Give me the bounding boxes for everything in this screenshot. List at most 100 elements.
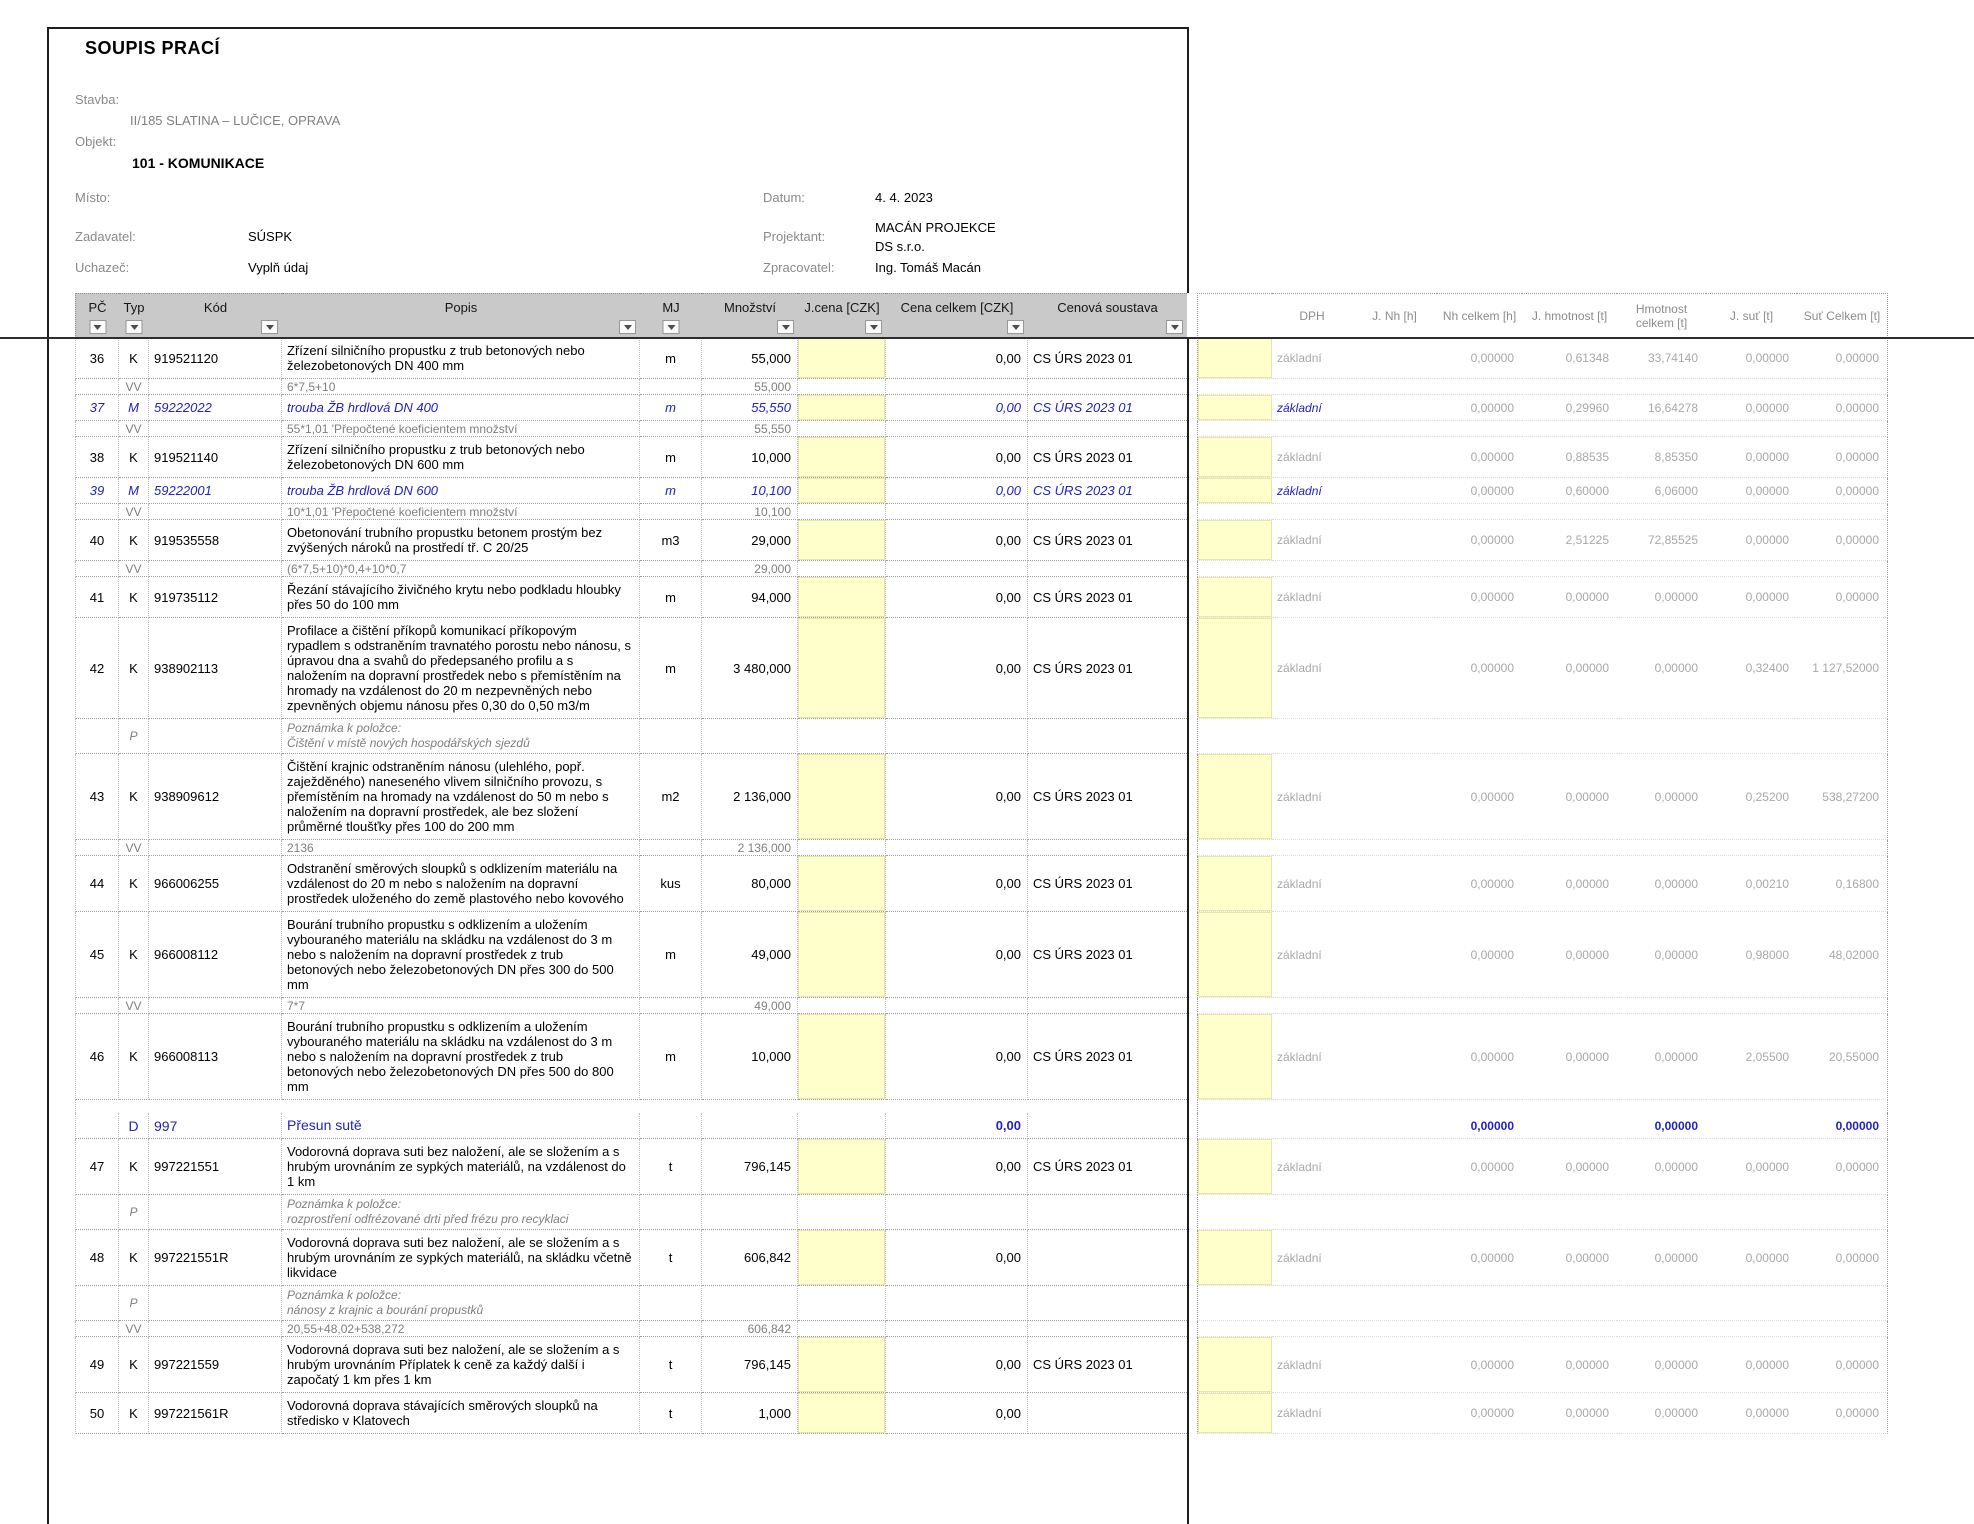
cell-nh-celkem xyxy=(1437,561,1522,577)
cell-cena-celkem xyxy=(886,379,1028,395)
cell-dph: základní xyxy=(1272,618,1352,719)
row-spacer xyxy=(1187,561,1197,577)
cell-j-sut: 0,00000 xyxy=(1706,1230,1797,1286)
cell-jcena-input[interactable] xyxy=(798,912,886,998)
cell-dph-input[interactable] xyxy=(1197,1337,1272,1393)
cell-jcena-input[interactable] xyxy=(798,520,886,561)
cell-kod: 919521120 xyxy=(149,338,282,379)
cell-jcena-input[interactable] xyxy=(798,1337,886,1393)
cell-dph: základní xyxy=(1272,1230,1352,1286)
cell-dph-input[interactable] xyxy=(1197,1393,1272,1434)
cell-nh-celkem: 0,00000 xyxy=(1437,437,1522,478)
cell-nh-celkem: 0,00000 xyxy=(1437,577,1522,618)
cell-dph-input[interactable] xyxy=(1197,754,1272,840)
cell-mnozstvi: 80,000 xyxy=(702,856,798,912)
cell-formula: 7*7 xyxy=(282,998,640,1014)
filter-button-kod[interactable] xyxy=(261,320,278,334)
cell-popis: Bourání trubního propustku s odklizením … xyxy=(282,912,640,998)
cell-typ: VV xyxy=(119,840,149,856)
row-spacer xyxy=(1187,1139,1197,1195)
cell-kod: 919521140 xyxy=(149,437,282,478)
cell-formula: 55*1,01 'Přepočtené koeficientem množstv… xyxy=(282,421,640,437)
cell-kod xyxy=(149,998,282,1014)
cell-mj xyxy=(640,719,702,754)
cell-dph xyxy=(1272,840,1352,856)
gap-cell xyxy=(1437,1100,1522,1113)
cell-jcena-input[interactable] xyxy=(798,395,886,421)
cell-jcena-input[interactable] xyxy=(798,1393,886,1434)
column-header-label: Množství xyxy=(724,300,776,315)
cell-dph-input[interactable] xyxy=(1197,1014,1272,1100)
cell-j-hmotnost: 0,29960 xyxy=(1522,395,1617,421)
row-spacer xyxy=(1187,1321,1197,1337)
cell-mj xyxy=(640,504,702,520)
cell-j-nh xyxy=(1352,754,1437,840)
cell-dph-input[interactable] xyxy=(1197,577,1272,618)
cell-dph: základní xyxy=(1272,912,1352,998)
cell-jcena-input[interactable] xyxy=(798,618,886,719)
filter-button-pc[interactable] xyxy=(89,320,106,334)
cell-j-hmotnost xyxy=(1522,379,1617,395)
cell-dph xyxy=(1272,719,1352,754)
cell-jcena xyxy=(798,1321,886,1337)
cell-sut-celkem: 0,00000 xyxy=(1797,1113,1888,1139)
cell-cena-celkem: 0,00 xyxy=(886,1393,1028,1434)
cell-dph-input[interactable] xyxy=(1197,912,1272,998)
cell-dph-input[interactable] xyxy=(1197,618,1272,719)
column-header-label: Typ xyxy=(124,300,145,315)
cell-formula: 6*7,5+10 xyxy=(282,379,640,395)
cell-pc xyxy=(75,561,119,577)
cell-mnozstvi: 10,000 xyxy=(702,437,798,478)
cell-note: Poznámka k položce:Čištění v místě novýc… xyxy=(282,719,640,754)
cell-cena-celkem: 0,00 xyxy=(886,856,1028,912)
cell-j-hmotnost xyxy=(1522,1113,1617,1139)
cell-dph-input[interactable] xyxy=(1197,520,1272,561)
cell-j-hmotnost: 0,60000 xyxy=(1522,478,1617,504)
row-spacer xyxy=(1187,1230,1197,1286)
cell-jcena-input[interactable] xyxy=(798,577,886,618)
filter-button-mnozstvi[interactable] xyxy=(777,320,794,334)
filter-button-typ[interactable] xyxy=(126,320,143,334)
cell-dph-input[interactable] xyxy=(1197,1230,1272,1286)
filter-button-jcena[interactable] xyxy=(865,320,882,334)
cell-pc: 48 xyxy=(75,1230,119,1286)
filter-button-cenova-soustava[interactable] xyxy=(1166,320,1183,334)
cell-jcena-input[interactable] xyxy=(798,856,886,912)
stavba-label: Stavba: xyxy=(75,92,119,107)
gap-cell xyxy=(1522,1100,1617,1113)
cell-pc: 50 xyxy=(75,1393,119,1434)
cell-cena-celkem: 0,00 xyxy=(886,338,1028,379)
row-spacer xyxy=(1187,998,1197,1014)
table-row-48: 48K997221551RVodorovná doprava suti bez … xyxy=(75,1230,1888,1286)
cell-jcena-input[interactable] xyxy=(798,437,886,478)
cell-dph xyxy=(1272,504,1352,520)
cell-kod: 997 xyxy=(149,1113,282,1139)
cell-j-nh xyxy=(1352,437,1437,478)
cell-dph-input[interactable] xyxy=(1197,338,1272,379)
cell-jcena-input[interactable] xyxy=(798,338,886,379)
cell-jcena-input[interactable] xyxy=(798,478,886,504)
cell-dph-input[interactable] xyxy=(1197,478,1272,504)
cell-dph-input[interactable] xyxy=(1197,1139,1272,1195)
cell-kod: 997221561R xyxy=(149,1393,282,1434)
cell-formula: 2136 xyxy=(282,840,640,856)
filter-button-popis[interactable] xyxy=(619,320,636,334)
cell-jcena-input[interactable] xyxy=(798,1014,886,1100)
filter-button-cena-celkem[interactable] xyxy=(1007,320,1024,334)
cell-formula: 20,55+48,02+538,272 xyxy=(282,1321,640,1337)
cell-dph-input[interactable] xyxy=(1197,395,1272,421)
cell-typ: K xyxy=(119,577,149,618)
cell-dph-input[interactable] xyxy=(1197,856,1272,912)
cell-jcena-input[interactable] xyxy=(798,754,886,840)
cell-j-hmotnost: 0,00000 xyxy=(1522,618,1617,719)
cell-cena-celkem: 0,00 xyxy=(886,577,1028,618)
cell-dph: základní xyxy=(1272,520,1352,561)
cell-j-sut xyxy=(1706,998,1797,1014)
cell-typ: P xyxy=(119,1195,149,1230)
cell-dph-input[interactable] xyxy=(1197,437,1272,478)
cell-sut-celkem: 538,27200 xyxy=(1797,754,1888,840)
cell-jcena-input[interactable] xyxy=(798,1139,886,1195)
cell-popis: Čištění krajnic odstraněním nánosu (uleh… xyxy=(282,754,640,840)
cell-jcena-input[interactable] xyxy=(798,1230,886,1286)
filter-button-mj[interactable] xyxy=(663,320,680,334)
